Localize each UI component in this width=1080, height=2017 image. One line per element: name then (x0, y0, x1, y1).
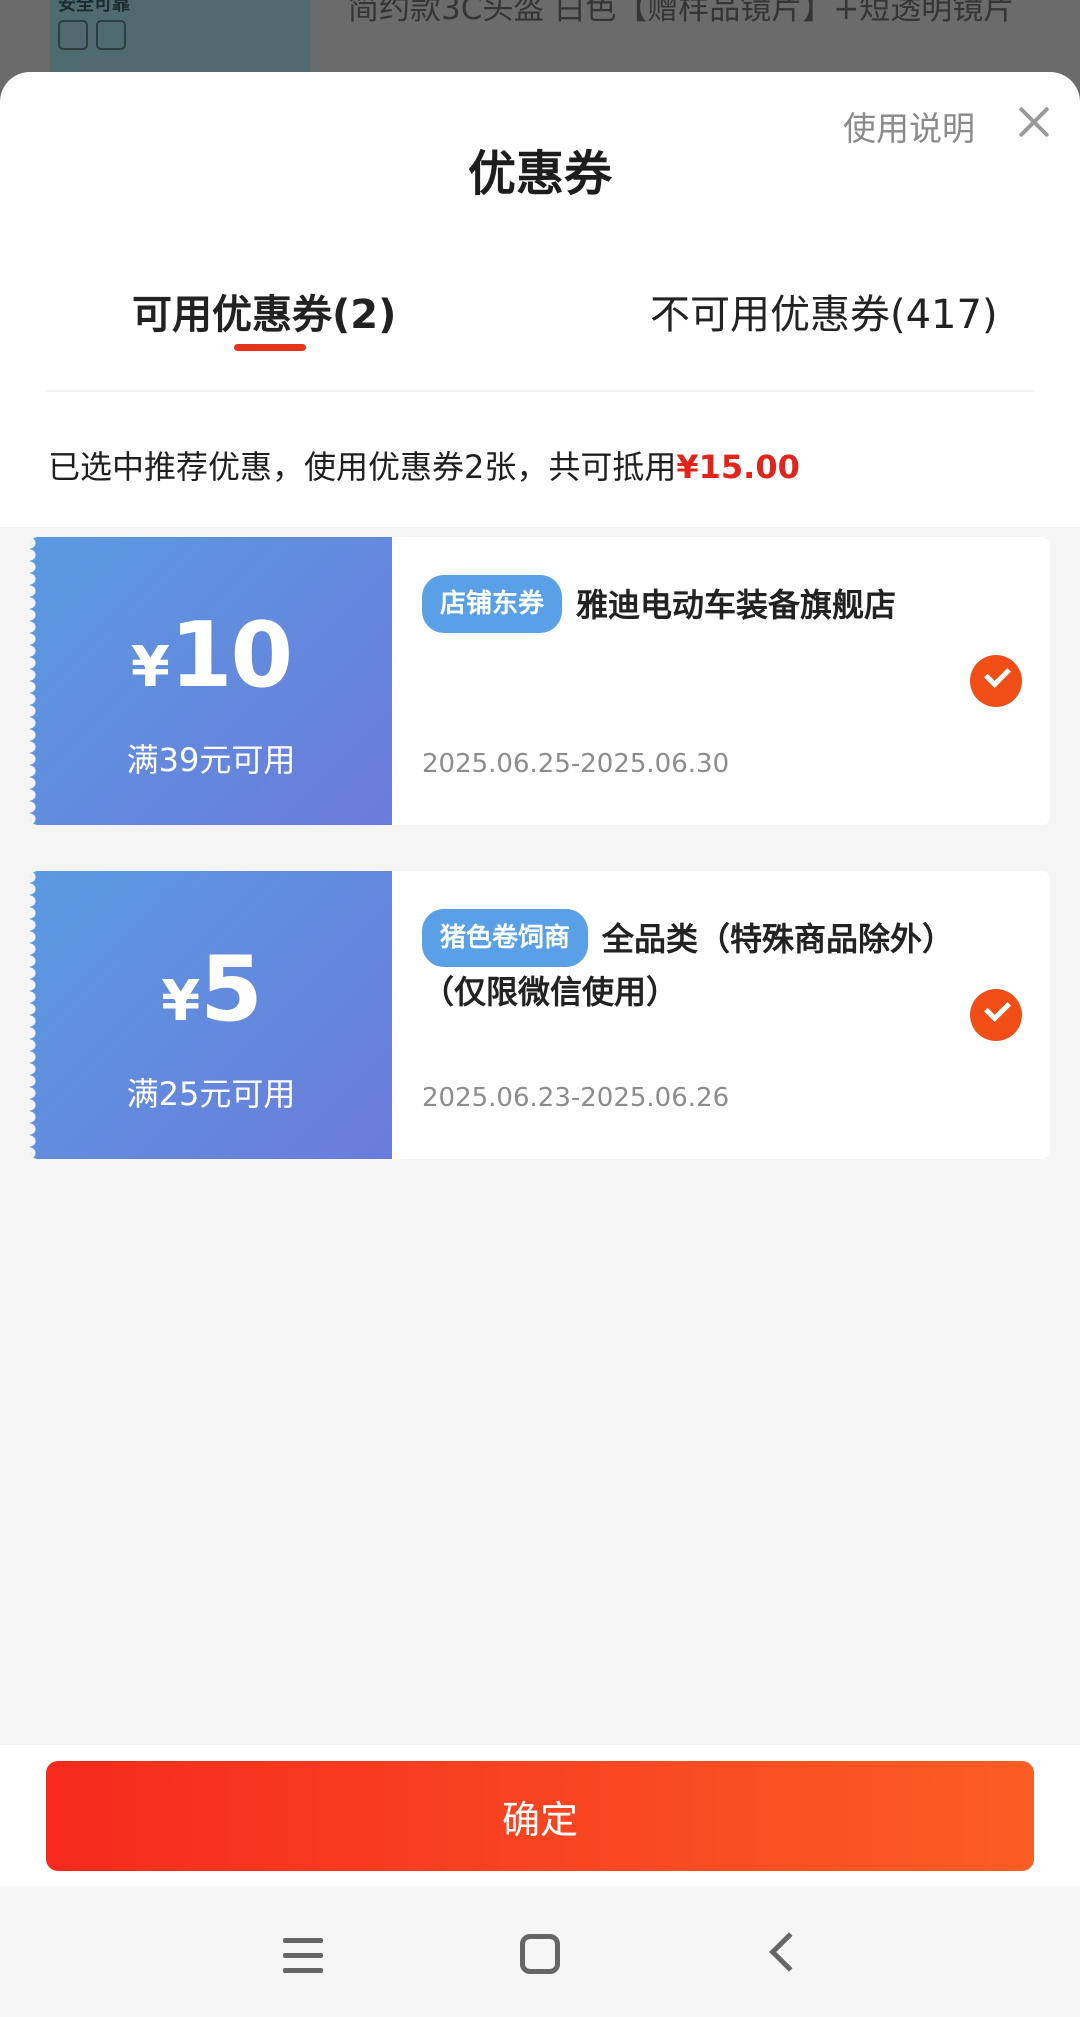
sheet-title: 优惠券 (467, 146, 612, 202)
coupon-condition: 满25元可用 (126, 1075, 296, 1113)
coupon-sheet: 使用说明 优惠券 可用优惠券(2) 不可用优惠券(417) 已选中推荐优惠，使用… (0, 72, 1080, 1886)
tab-available[interactable]: 可用优惠券(2) (132, 282, 396, 340)
coupon-value: ¥5 (30, 937, 392, 1042)
coupon-validity: 2025.06.25-2025.06.30 (422, 749, 730, 779)
confirm-area: 确定 (0, 1745, 1080, 1886)
coupon-value: ¥10 (30, 603, 392, 708)
product-thumbnail: 安全可靠 (50, 0, 310, 80)
certification-icons (58, 20, 126, 50)
coupon-tabs: 可用优惠券(2) 不可用优惠券(417) (46, 282, 1034, 392)
coupon-card[interactable]: ¥10 满39元可用 店铺东券 雅迪电动车装备旗舰店 2025.06.25-202… (30, 537, 1050, 825)
selection-summary: 已选中推荐优惠，使用优惠券2张，共可抵用¥15.00 (48, 442, 800, 488)
coupon-list: ¥10 满39元可用 店铺东券 雅迪电动车装备旗舰店 2025.06.25-202… (0, 527, 1080, 1817)
coupon-value-panel: ¥10 满39元可用 (30, 537, 392, 825)
currency-symbol: ¥ (130, 635, 170, 700)
currency-symbol: ¥ (161, 969, 201, 1034)
coupon-card[interactable]: ¥5 满25元可用 猪色卷饲商 全品类（特殊商品除外）（仅限微信使用） 2025.… (30, 871, 1050, 1159)
coupon-amount: 10 (169, 603, 293, 708)
coupon-amount: 5 (200, 937, 263, 1042)
check-icon[interactable] (970, 655, 1022, 707)
coupon-validity: 2025.06.23-2025.06.26 (422, 1083, 730, 1113)
coupon-name-line: 猪色卷饲商 全品类（特殊商品除外）（仅限微信使用） (422, 909, 952, 1017)
coupon-details: 猪色卷饲商 全品类（特殊商品除外）（仅限微信使用） 2025.06.23-2025… (422, 871, 1022, 1159)
coupon-value-panel: ¥5 满25元可用 (30, 871, 392, 1159)
coupon-tag: 猪色卷饲商 (422, 909, 589, 967)
home-icon[interactable] (508, 1926, 568, 1986)
coupon-details: 店铺东券 雅迪电动车装备旗舰店 2025.06.25-2025.06.30 (422, 537, 1022, 825)
coupon-name: 雅迪电动车装备旗舰店 (576, 586, 897, 624)
summary-text: 已选中推荐优惠，使用优惠券2张，共可抵用 (48, 448, 677, 486)
summary-amount: ¥15.00 (676, 448, 800, 486)
confirm-button[interactable]: 确定 (46, 1761, 1034, 1871)
back-icon[interactable] (755, 1926, 815, 1986)
coupon-tag: 店铺东券 (422, 575, 563, 633)
tab-unavailable[interactable]: 不可用优惠券(417) (650, 282, 998, 340)
coupon-name-line: 店铺东券 雅迪电动车装备旗舰店 (422, 575, 952, 633)
product-title: 简约款3C头盔 白色【赠样品镜片】+短透明镜片 (348, 0, 1015, 27)
system-navbar (0, 1886, 1080, 2017)
tab-active-indicator (234, 344, 306, 351)
coupon-condition: 满39元可用 (126, 741, 296, 779)
product-badge: 安全可靠 (58, 0, 130, 15)
menu-icon[interactable] (273, 1926, 333, 1986)
check-icon[interactable] (970, 989, 1022, 1041)
